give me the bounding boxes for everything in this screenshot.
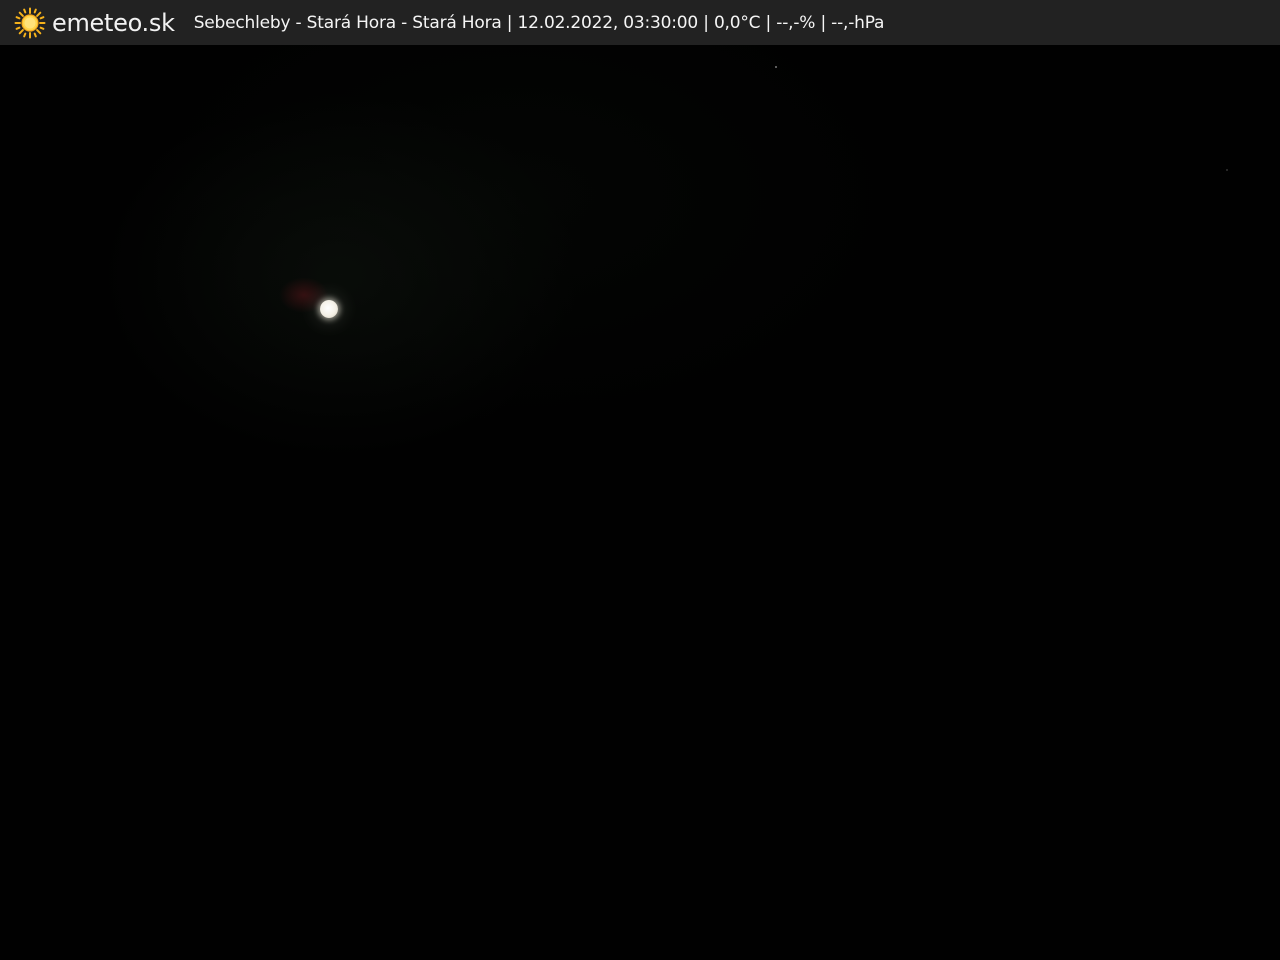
webcam-image [0, 45, 1280, 960]
star [775, 66, 777, 68]
star [1226, 169, 1228, 171]
header-bar: emeteo.sk Sebechleby - Stará Hora - Star… [0, 0, 1280, 45]
brand-name[interactable]: emeteo.sk [52, 9, 175, 37]
logo[interactable]: emeteo.sk [14, 7, 175, 39]
webcam-page: emeteo.sk Sebechleby - Stará Hora - Star… [0, 0, 1280, 960]
webcam-caption: Sebechleby - Stará Hora - Stará Hora | 1… [193, 12, 885, 33]
moon [320, 300, 338, 318]
sun-icon [14, 7, 46, 38]
